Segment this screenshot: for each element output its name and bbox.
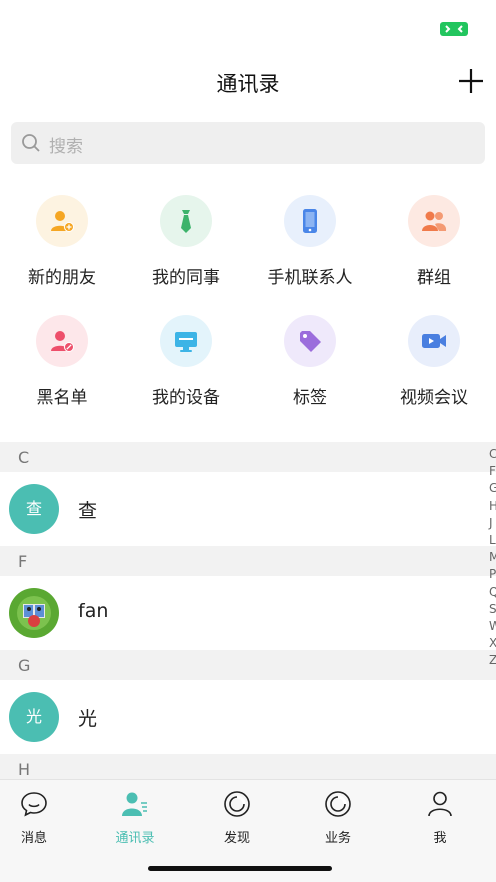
index-letter[interactable]: W <box>488 618 496 635</box>
contact-name: 查 <box>78 500 98 522</box>
entry-my-devices[interactable]: 我的设备 <box>124 310 248 430</box>
entry-label: 视频会议 <box>400 388 468 408</box>
section-header: C <box>0 442 496 472</box>
tab-label: 我 <box>433 831 447 846</box>
index-letter[interactable]: L <box>488 532 496 549</box>
entry-phone-contacts[interactable]: 手机联系人 <box>248 190 372 310</box>
index-letter[interactable]: M <box>488 549 496 566</box>
index-letter[interactable]: Q <box>488 584 496 601</box>
tab-messages[interactable]: 消息 <box>0 780 84 850</box>
entry-tags[interactable]: 标签 <box>248 310 372 430</box>
profile-icon <box>428 791 452 817</box>
tag-icon <box>300 331 321 352</box>
tab-label: 通讯录 <box>115 831 155 846</box>
entry-my-colleagues[interactable]: 我的同事 <box>124 190 248 310</box>
contact-name: 光 <box>78 708 98 730</box>
avatar-text: 查 <box>25 499 42 518</box>
sync-status-icon <box>440 22 468 36</box>
monitor-icon <box>175 332 197 352</box>
entry-blacklist[interactable]: 黑名单 <box>0 310 124 430</box>
quick-entry-grid: 新的朋友 我的同事 手机联系人 群组 黑名单 我的设备 标签 视频会议 <box>0 190 496 430</box>
avatar <box>9 588 59 638</box>
index-letter[interactable]: H <box>488 498 496 515</box>
business-icon <box>325 791 351 817</box>
discover-icon <box>224 791 250 817</box>
search-icon <box>22 134 40 152</box>
index-letter[interactable]: C <box>488 446 496 463</box>
entry-label: 我的设备 <box>152 388 220 408</box>
section-header: F <box>0 546 496 576</box>
section-letter: H <box>18 760 31 779</box>
alphabet-index[interactable]: C F G H J L M P Q S W X Z <box>488 446 496 668</box>
entry-groups[interactable]: 群组 <box>372 190 496 310</box>
index-letter[interactable]: S <box>488 601 496 618</box>
entry-label: 标签 <box>293 388 327 408</box>
section-letter: C <box>18 448 30 467</box>
add-friend-icon <box>51 211 74 232</box>
group-icon <box>422 211 447 231</box>
video-camera-icon <box>422 334 446 348</box>
entry-new-friends[interactable]: 新的朋友 <box>0 190 124 310</box>
entry-label: 我的同事 <box>152 268 220 288</box>
contact-row[interactable]: 光 光 <box>0 680 496 754</box>
index-letter[interactable]: G <box>488 480 496 497</box>
add-button[interactable] <box>456 66 486 96</box>
page-title: 通讯录 <box>216 72 280 96</box>
status-bar <box>0 0 496 56</box>
entry-label: 新的朋友 <box>28 268 96 288</box>
tab-label: 发现 <box>223 831 250 846</box>
entry-label: 黑名单 <box>36 388 88 408</box>
phone-contact-icon <box>303 209 317 233</box>
contact-row[interactable]: fan <box>0 576 496 650</box>
search-placeholder: 搜索 <box>49 137 83 157</box>
tab-me[interactable]: 我 <box>390 780 490 850</box>
section-letter: F <box>18 552 28 571</box>
tab-contacts[interactable]: 通讯录 <box>85 780 185 850</box>
index-letter[interactable]: X <box>488 635 496 652</box>
colleague-tie-icon <box>181 210 191 233</box>
section-letter: G <box>18 656 31 675</box>
tab-label: 消息 <box>20 831 47 846</box>
contact-row[interactable]: 查 查 <box>0 472 496 546</box>
entry-label: 群组 <box>417 268 451 288</box>
photo-avatar <box>9 588 59 638</box>
tab-business[interactable]: 业务 <box>288 780 388 850</box>
index-letter[interactable]: J <box>488 515 496 532</box>
entry-video-meeting[interactable]: 视频会议 <box>372 310 496 430</box>
entry-label: 手机联系人 <box>267 268 353 288</box>
chat-bubble-icon <box>21 792 47 817</box>
index-letter[interactable]: P <box>488 566 496 583</box>
nav-header: 通讯录 <box>0 56 496 112</box>
section-header: G <box>0 650 496 680</box>
avatar-text: 光 <box>25 707 42 726</box>
search-input[interactable]: 搜索 <box>11 122 485 164</box>
index-letter[interactable]: Z <box>488 652 496 668</box>
tab-discover[interactable]: 发现 <box>187 780 287 850</box>
index-letter[interactable]: F <box>488 463 496 480</box>
blocked-user-icon <box>51 331 74 352</box>
home-indicator <box>148 866 332 871</box>
contact-name: fan <box>78 600 109 622</box>
contacts-icon <box>122 792 147 816</box>
avatar: 光 <box>9 692 59 742</box>
tab-label: 业务 <box>324 831 351 846</box>
avatar: 查 <box>9 484 59 534</box>
